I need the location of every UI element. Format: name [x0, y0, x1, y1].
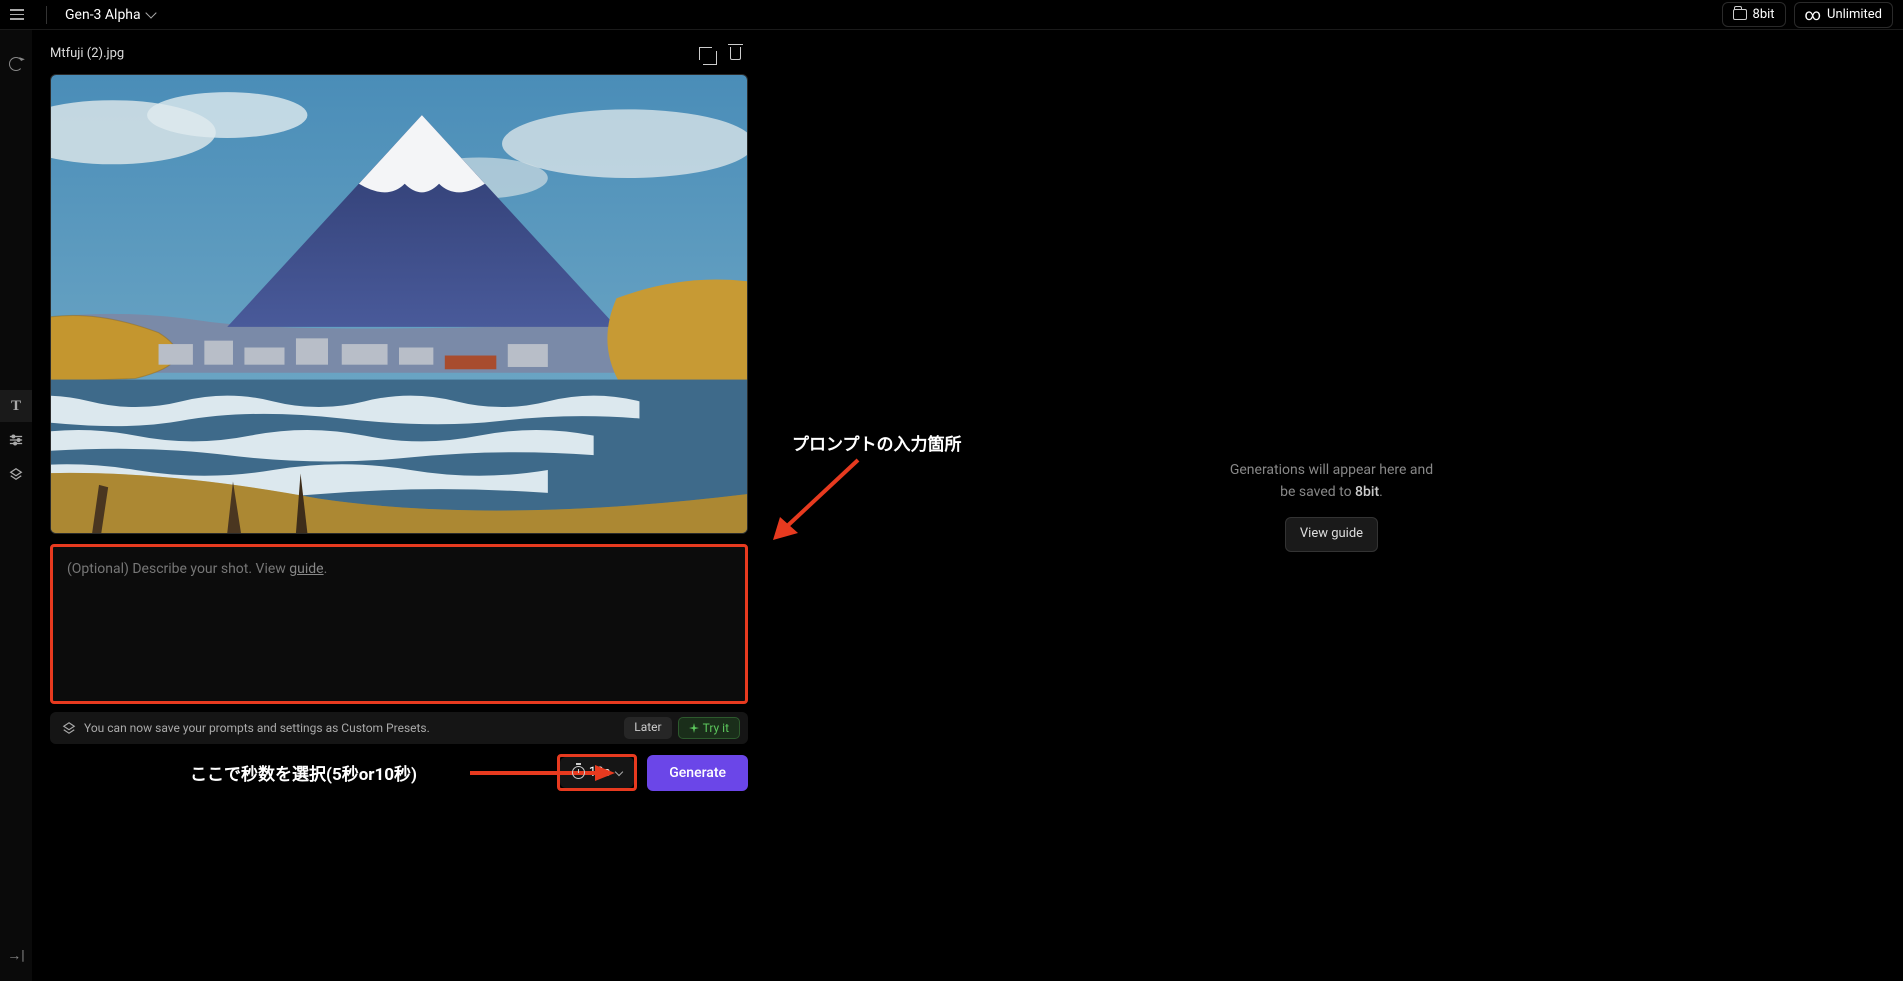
settings-sliders-button[interactable]	[0, 424, 32, 456]
prompt-placeholder-prefix: (Optional) Describe your shot. View	[67, 561, 289, 577]
annotation-prompt-label: プロンプトの入力箇所	[792, 430, 962, 455]
generate-button[interactable]: Generate	[647, 755, 748, 791]
tryit-button[interactable]: Try it	[678, 717, 740, 739]
top-bar: Gen-3 Alpha 8bit ∞ Unlimited	[0, 0, 1903, 30]
chevron-down-icon	[615, 767, 623, 775]
file-header: Mtfuji (2).jpg	[32, 34, 760, 72]
file-actions	[698, 46, 742, 60]
image-preview-frame	[50, 74, 748, 534]
crop-button[interactable]	[698, 46, 712, 60]
undo-icon	[9, 57, 23, 71]
prompt-input[interactable]: (Optional) Describe your shot. View guid…	[50, 544, 748, 704]
layers-button[interactable]	[0, 458, 32, 490]
editor-column: Mtfuji (2).jpg	[32, 30, 760, 981]
layers-icon	[9, 467, 23, 481]
hamburger-menu-icon[interactable]	[10, 6, 28, 24]
divider	[46, 6, 47, 24]
annotation-arrow-prompt	[768, 455, 863, 540]
empty-line1: Generations will appear here and	[1230, 459, 1433, 481]
empty-state: Generations will appear here and be save…	[1230, 459, 1433, 553]
view-guide-button[interactable]: View guide	[1285, 517, 1378, 552]
later-button[interactable]: Later	[624, 717, 671, 739]
folder-label: 8bit	[1753, 7, 1775, 22]
trash-icon	[730, 47, 741, 60]
left-rail: T →|	[0, 30, 32, 981]
empty-line2: be saved to 8bit.	[1230, 481, 1433, 503]
annotation-arrow-duration	[470, 763, 615, 783]
model-selector[interactable]: Gen-3 Alpha	[65, 7, 155, 23]
sliders-icon	[9, 433, 23, 447]
undo-button[interactable]	[0, 48, 32, 80]
preview-column: Generations will appear here and be save…	[760, 30, 1903, 981]
collapse-icon: →|	[7, 947, 24, 964]
plan-pill[interactable]: ∞ Unlimited	[1794, 2, 1893, 28]
main-layout: T →| Mtfuji (2).jpg	[0, 30, 1903, 981]
folder-pill[interactable]: 8bit	[1722, 2, 1786, 27]
text-icon: T	[11, 398, 21, 415]
delete-button[interactable]	[728, 46, 742, 60]
chevron-down-icon	[145, 7, 156, 18]
timer-icon	[572, 766, 585, 779]
tryit-label: Try it	[703, 721, 729, 735]
model-name-label: Gen-3 Alpha	[65, 7, 141, 23]
file-name-label: Mtfuji (2).jpg	[50, 46, 124, 61]
crop-icon	[699, 47, 712, 60]
preset-icon	[62, 721, 76, 735]
uploaded-image	[51, 75, 747, 533]
tip-text: You can now save your prompts and settin…	[84, 721, 430, 735]
topbar-right: 8bit ∞ Unlimited	[1722, 2, 1893, 28]
preset-tip-bar: You can now save your prompts and settin…	[50, 712, 748, 744]
annotation-duration-label: ここで秒数を選択(5秒or10秒)	[190, 760, 417, 785]
guide-link[interactable]: guide	[289, 561, 323, 577]
infinity-icon: ∞	[1805, 7, 1821, 23]
bottom-controls: ここで秒数を選択(5秒or10秒) 10s Generate	[50, 754, 748, 791]
collapse-rail-button[interactable]: →|	[0, 939, 32, 971]
plan-label: Unlimited	[1827, 7, 1882, 22]
folder-icon	[1733, 9, 1747, 20]
topbar-left: Gen-3 Alpha	[10, 6, 155, 24]
prompt-placeholder-suffix: .	[324, 561, 328, 577]
text-tool-button[interactable]: T	[0, 390, 32, 422]
sparkle-icon	[689, 723, 699, 733]
